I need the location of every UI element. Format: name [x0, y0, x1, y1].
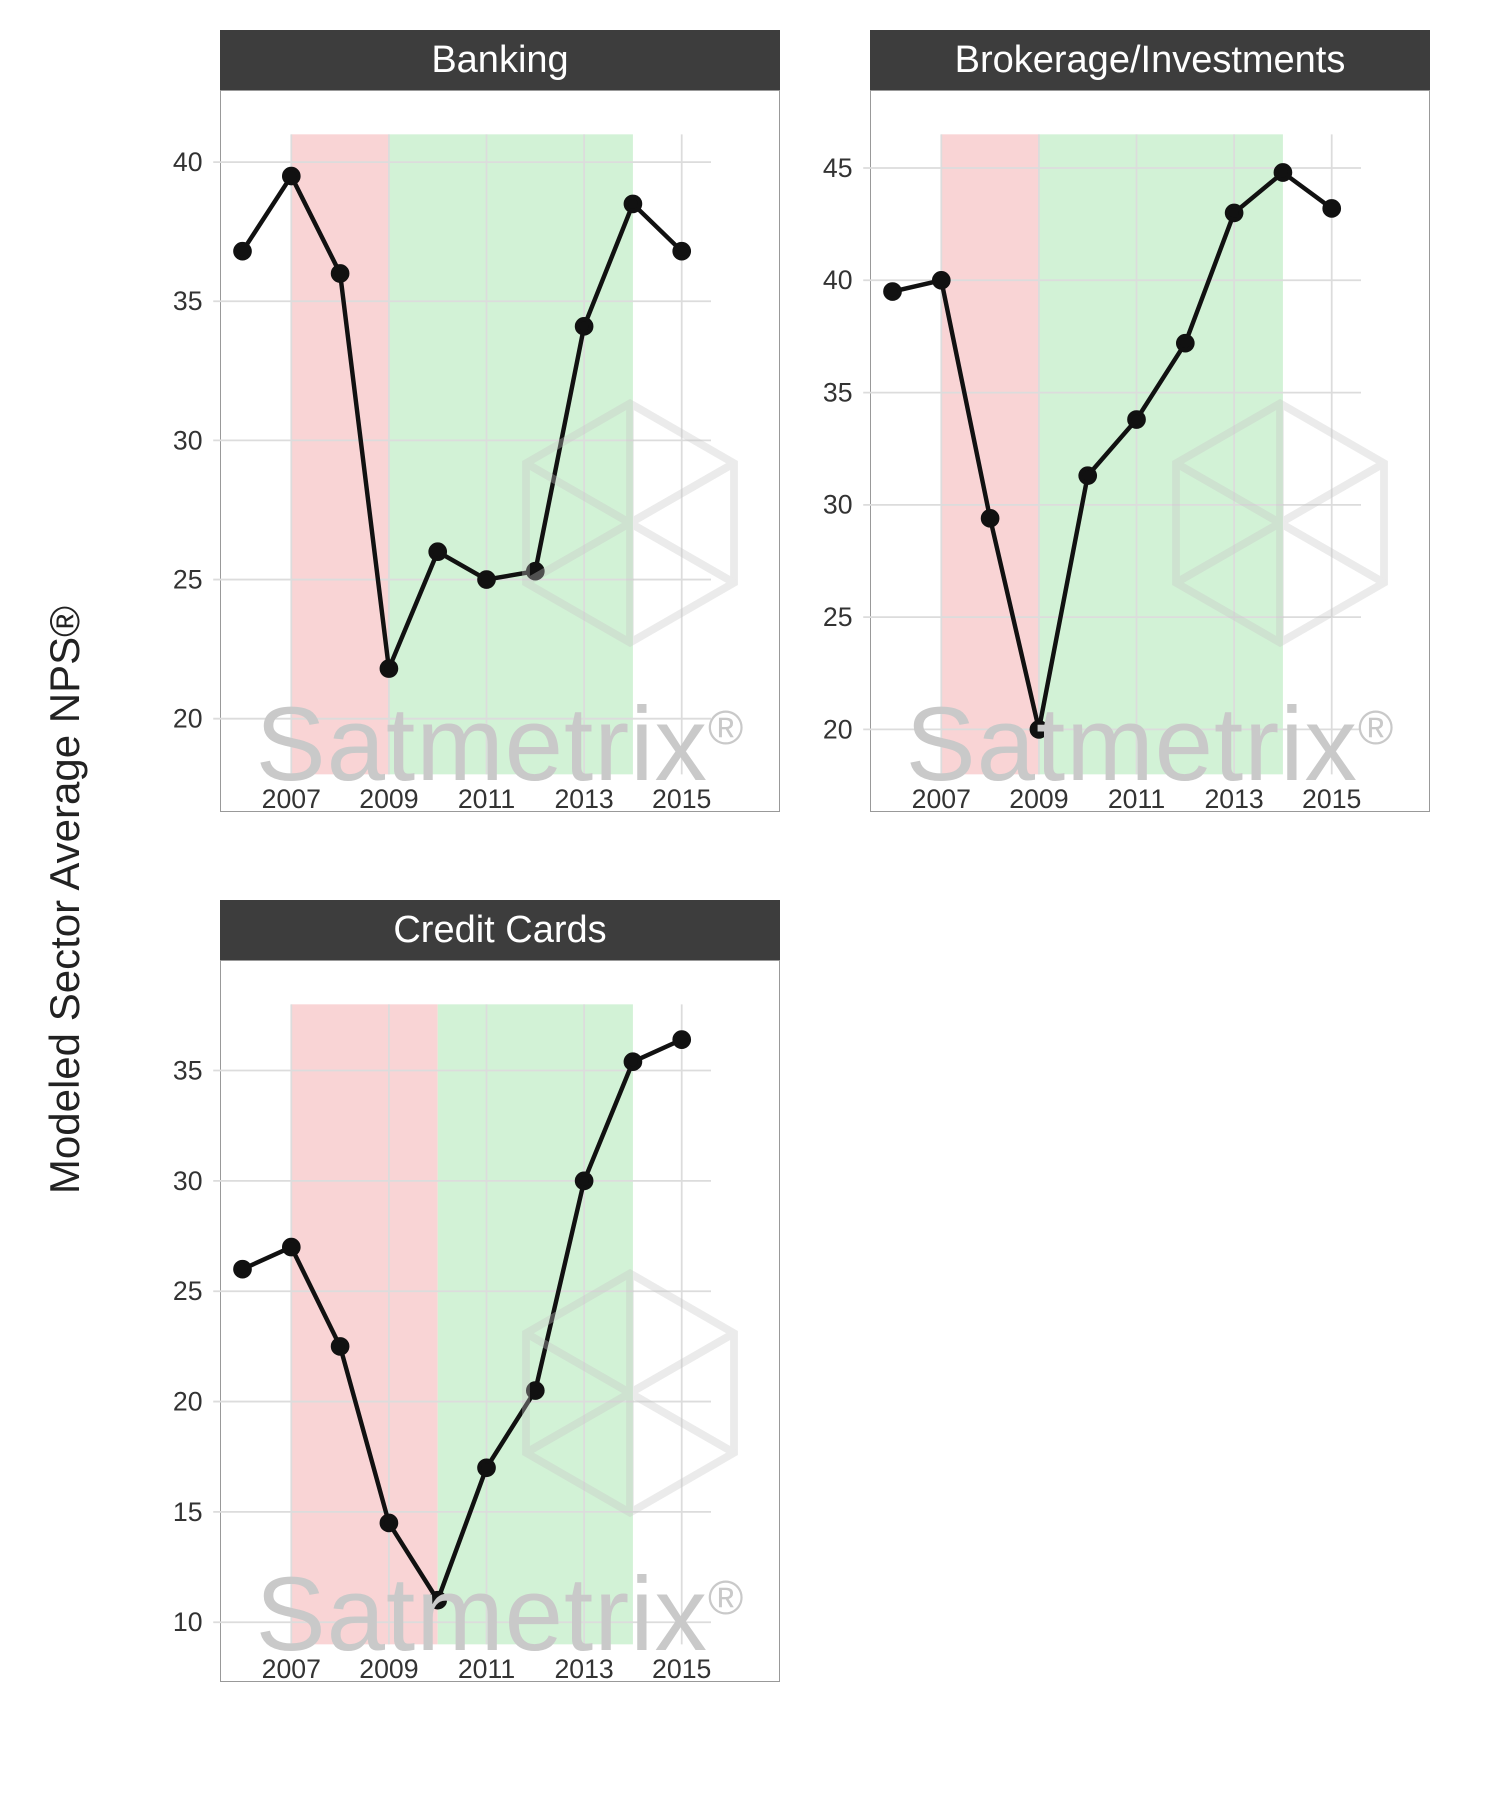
svg-text:2015: 2015 — [652, 784, 711, 814]
svg-text:25: 25 — [173, 564, 203, 594]
svg-text:45: 45 — [823, 153, 853, 183]
facet-panel: Banking 2025303540 20072009201120132015 — [220, 30, 780, 812]
svg-text:20: 20 — [173, 704, 203, 734]
svg-text:40: 40 — [173, 147, 203, 177]
svg-text:2007: 2007 — [262, 1654, 321, 1684]
svg-text:30: 30 — [173, 425, 203, 455]
svg-text:2013: 2013 — [554, 784, 613, 814]
svg-text:20: 20 — [173, 1386, 203, 1416]
svg-text:2011: 2011 — [458, 784, 515, 814]
facet-title: Banking — [220, 30, 780, 90]
svg-text:30: 30 — [173, 1166, 203, 1196]
svg-text:35: 35 — [823, 377, 853, 407]
svg-text:15: 15 — [173, 1497, 203, 1527]
svg-text:20: 20 — [823, 714, 853, 744]
svg-text:25: 25 — [173, 1276, 203, 1306]
svg-text:2015: 2015 — [652, 1654, 711, 1684]
svg-text:2011: 2011 — [458, 1654, 515, 1684]
svg-text:2009: 2009 — [1009, 784, 1068, 814]
plot-area: 101520253035 20072009201120132015 Satmet… — [220, 960, 780, 1682]
svg-text:30: 30 — [823, 490, 853, 520]
svg-text:25: 25 — [823, 602, 853, 632]
plot-area: 202530354045 20072009201120132015 Satmet… — [870, 90, 1430, 812]
svg-text:2013: 2013 — [554, 1654, 613, 1684]
svg-text:10: 10 — [173, 1607, 203, 1637]
svg-text:35: 35 — [173, 286, 203, 316]
facet-panel: Brokerage/Investments 202530354045 20072… — [870, 30, 1430, 812]
facet-title: Brokerage/Investments — [870, 30, 1430, 90]
svg-text:2015: 2015 — [1302, 784, 1361, 814]
svg-text:2007: 2007 — [262, 784, 321, 814]
y-axis-label: Modeled Sector Average NPS® — [41, 606, 89, 1194]
svg-text:2007: 2007 — [912, 784, 971, 814]
svg-text:2011: 2011 — [1108, 784, 1165, 814]
plot-area: 2025303540 20072009201120132015 Satmetri… — [220, 90, 780, 812]
facet-panel: Credit Cards 101520253035 20072009201120… — [220, 900, 780, 1682]
facet-title: Credit Cards — [220, 900, 780, 960]
page-root: Modeled Sector Average NPS® Banking 20 25… — [0, 0, 1500, 1800]
svg-text:2013: 2013 — [1204, 784, 1263, 814]
svg-text:35: 35 — [173, 1055, 203, 1085]
svg-text:2009: 2009 — [359, 784, 418, 814]
svg-text:40: 40 — [823, 265, 853, 295]
svg-text:2009: 2009 — [359, 1654, 418, 1684]
